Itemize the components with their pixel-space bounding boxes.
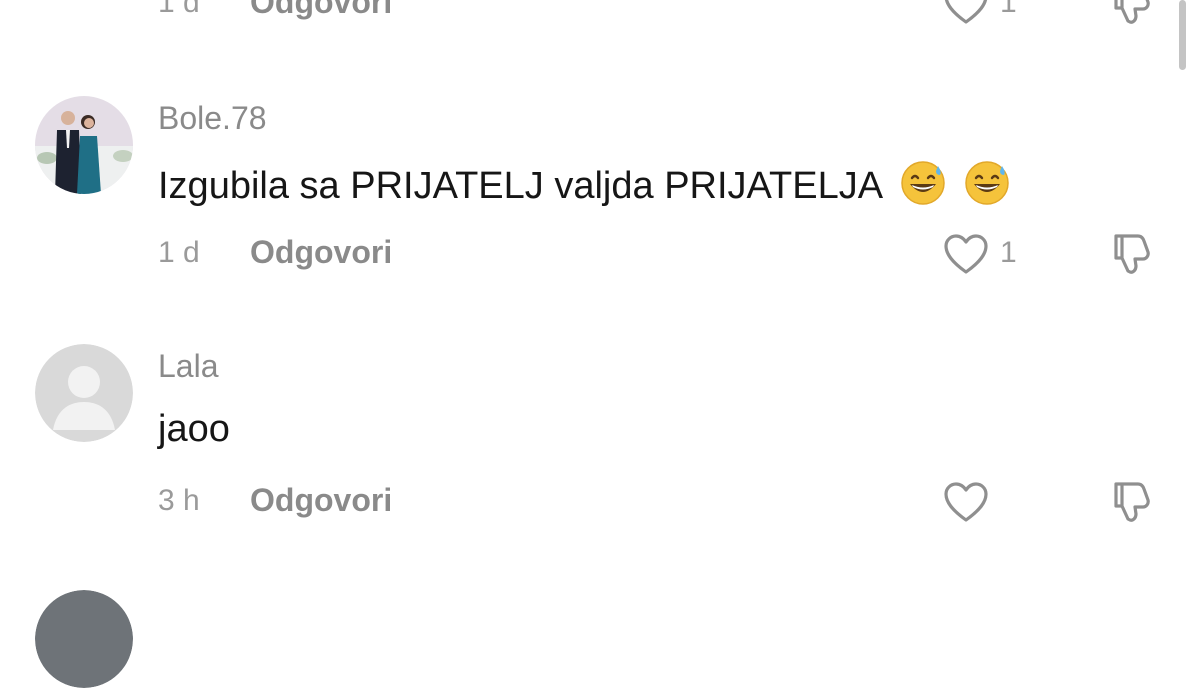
- like-count: 1: [1000, 0, 1017, 19]
- avatar[interactable]: [35, 590, 133, 688]
- reply-button[interactable]: Odgovori: [250, 0, 392, 21]
- scrollbar[interactable]: [1179, 0, 1186, 70]
- avatar[interactable]: [35, 344, 133, 442]
- avatar[interactable]: [35, 96, 133, 194]
- comment-text-content: Izgubila sa PRIJATELJ valjda PRIJATELJA: [158, 165, 882, 207]
- thumbs-down-icon[interactable]: [1108, 476, 1158, 526]
- reply-button[interactable]: Odgovori: [250, 482, 392, 519]
- comment-time: 3 h: [158, 484, 200, 517]
- heart-icon[interactable]: [942, 0, 990, 26]
- thumbs-down-icon[interactable]: [1108, 0, 1158, 28]
- comment-time: 1 d: [158, 0, 200, 19]
- thumbs-down-icon[interactable]: [1108, 228, 1158, 278]
- comment-text: jaoo: [158, 408, 230, 450]
- comment-time: 1 d: [158, 236, 200, 269]
- like-count: 1: [1000, 236, 1017, 269]
- heart-icon[interactable]: [942, 480, 990, 524]
- comment-text: Izgubila sa PRIJATELJ valjda PRIJATELJA: [158, 160, 1010, 208]
- comment-username[interactable]: Bole.78: [158, 100, 267, 137]
- reply-button[interactable]: Odgovori: [250, 234, 392, 271]
- heart-icon[interactable]: [942, 232, 990, 276]
- comment-username[interactable]: Lala: [158, 348, 219, 385]
- grinning-sweat-emoji-icon: [964, 160, 1010, 206]
- grinning-sweat-emoji-icon: [900, 160, 946, 206]
